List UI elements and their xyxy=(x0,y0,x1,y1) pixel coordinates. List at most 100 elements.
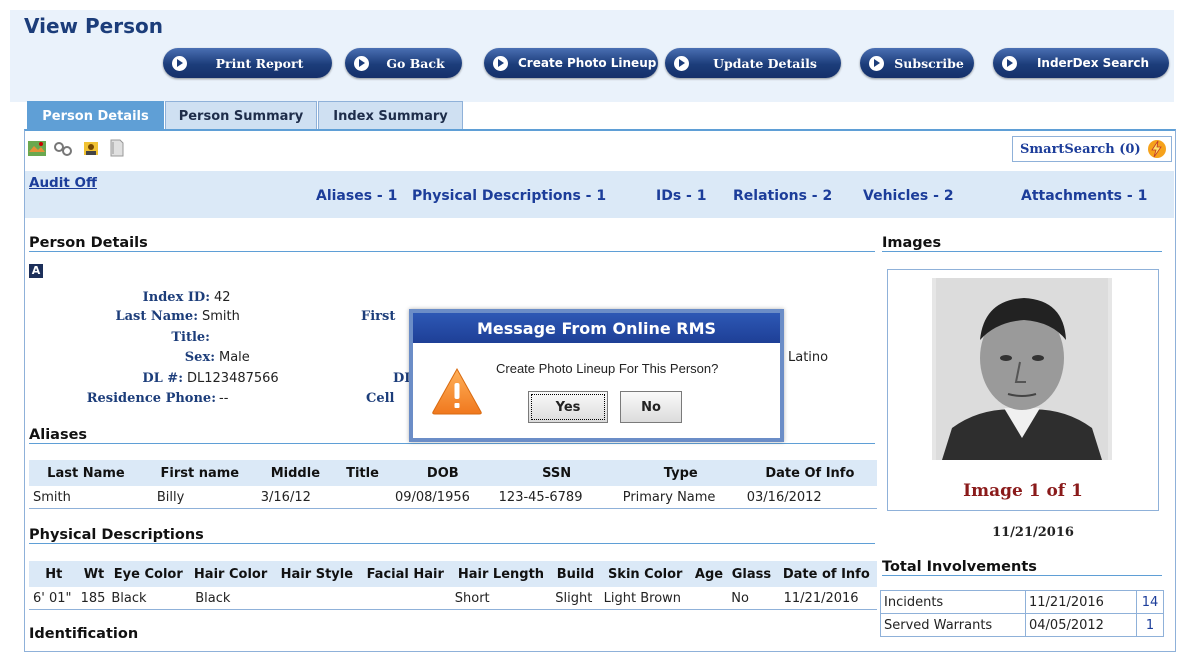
play-arrow-icon xyxy=(172,55,187,71)
lightning-icon xyxy=(1147,140,1166,158)
col-dob: DOB xyxy=(390,460,495,486)
ethnicity-value-partial: Latino xyxy=(788,350,829,365)
aliases-header-row: Last Name First name Middle Title DOB SS… xyxy=(29,460,877,486)
col-date-of-info: Date of Info xyxy=(775,561,877,587)
involvement-label: Served Warrants xyxy=(880,613,1026,637)
cell: Primary Name xyxy=(618,486,743,509)
title-label: Title: xyxy=(171,330,210,345)
letter-a-icon[interactable]: A xyxy=(29,264,43,278)
smartsearch-label: SmartSearch (0) xyxy=(1020,141,1141,157)
cell xyxy=(273,587,360,610)
involvement-count-link[interactable]: 14 xyxy=(1136,590,1164,614)
sex-value: Male xyxy=(219,350,250,365)
image-date: 11/21/2016 xyxy=(992,525,1074,540)
involvement-count-link[interactable]: 1 xyxy=(1136,613,1164,637)
index-id-label: Index ID: xyxy=(142,290,210,305)
table-row: Smith Billy 3/16/12 09/08/1956 123-45-67… xyxy=(29,486,877,509)
cell: Light Brown xyxy=(599,587,691,610)
col-ssn: SSN xyxy=(494,460,619,486)
inderdex-search-label: InderDex Search xyxy=(1036,56,1150,70)
update-details-label: Update Details xyxy=(713,55,817,71)
warning-icon xyxy=(432,367,482,415)
create-photo-lineup-button[interactable]: Create Photo Lineup xyxy=(484,48,658,78)
col-date-of-info: Date Of Info xyxy=(742,460,877,486)
no-button[interactable]: No xyxy=(620,391,682,423)
create-photo-lineup-label: Create Photo Lineup xyxy=(518,56,657,70)
cell-phone-label-partial: Cell xyxy=(366,391,395,406)
identification-header: Identification xyxy=(29,626,139,642)
image-counter: Image 1 of 1 xyxy=(963,481,1083,501)
cell: 11/21/2016 xyxy=(775,587,877,610)
cell: Short xyxy=(450,587,552,610)
tab-index-summary[interactable]: Index Summary xyxy=(318,101,463,130)
vehicles-count-link[interactable]: Vehicles - 2 xyxy=(863,188,954,204)
cell: Black xyxy=(109,587,188,610)
dl-value: DL123487566 xyxy=(187,371,279,386)
smartsearch-button[interactable]: SmartSearch (0) xyxy=(1012,136,1172,162)
icon-toolbar xyxy=(25,131,1174,171)
handcuffs-icon[interactable] xyxy=(53,138,73,158)
physical-descriptions-table: Ht Wt Eye Color Hair Color Hair Style Fa… xyxy=(29,561,877,610)
col-glass: Glass xyxy=(727,561,776,587)
col-last-name: Last Name xyxy=(29,460,143,486)
col-wt: Wt xyxy=(78,561,110,587)
col-hair-style: Hair Style xyxy=(273,561,360,587)
ids-count-link[interactable]: IDs - 1 xyxy=(656,188,706,204)
play-arrow-icon xyxy=(869,55,884,71)
aliases-count-link[interactable]: Aliases - 1 xyxy=(316,188,397,204)
residence-phone-label: Residence Phone: xyxy=(86,391,216,406)
col-eye-color: Eye Color xyxy=(109,561,188,587)
update-details-button[interactable]: Update Details xyxy=(665,48,841,78)
cell: 123-45-6789 xyxy=(494,486,619,509)
subscribe-label: Subscribe xyxy=(894,55,964,71)
yes-button[interactable]: Yes xyxy=(528,391,608,423)
cell: Slight xyxy=(551,587,600,610)
cell xyxy=(690,587,728,610)
table-row: Incidents 11/21/2016 14 xyxy=(880,590,1164,614)
total-involvements-header: Total Involvements xyxy=(882,559,1162,576)
cell xyxy=(334,486,391,509)
inderdex-search-button[interactable]: InderDex Search xyxy=(993,48,1169,78)
print-report-button[interactable]: Print Report xyxy=(163,48,332,78)
go-back-button[interactable]: Go Back xyxy=(345,48,462,78)
dialog-title: Message From Online RMS xyxy=(413,313,780,345)
involvement-date: 11/21/2016 xyxy=(1025,590,1137,614)
col-type: Type xyxy=(618,460,743,486)
last-name-label: Last Name: xyxy=(115,309,198,324)
relations-count-link[interactable]: Relations - 2 xyxy=(733,188,832,204)
col-age: Age xyxy=(690,561,728,587)
table-row: 6' 01" 185 Black Black Short Slight Ligh… xyxy=(29,587,877,610)
map-icon[interactable] xyxy=(27,138,47,158)
mugshot-icon[interactable] xyxy=(81,138,101,158)
physical-descriptions-header: Physical Descriptions xyxy=(29,527,875,544)
involvement-date: 04/05/2012 xyxy=(1025,613,1137,637)
attachments-count-link[interactable]: Attachments - 1 xyxy=(1021,188,1147,204)
person-photo[interactable] xyxy=(932,278,1112,460)
physical-descriptions-count-link[interactable]: Physical Descriptions - 1 xyxy=(412,188,606,204)
col-hair-color: Hair Color xyxy=(187,561,274,587)
col-build: Build xyxy=(551,561,600,587)
play-arrow-icon xyxy=(493,55,508,71)
involvements-table: Incidents 11/21/2016 14 Served Warrants … xyxy=(880,590,1164,637)
sex-label: Sex: xyxy=(184,350,215,365)
cell: No xyxy=(727,587,776,610)
first-name-label-partial: First xyxy=(361,309,396,324)
col-hair-length: Hair Length xyxy=(450,561,552,587)
subscribe-button[interactable]: Subscribe xyxy=(860,48,974,78)
cell: Billy xyxy=(142,486,257,509)
cell: 6' 01" xyxy=(29,587,79,610)
cell: 3/16/12 xyxy=(256,486,335,509)
physical-header-row: Ht Wt Eye Color Hair Color Hair Style Fa… xyxy=(29,561,877,587)
tab-person-details[interactable]: Person Details xyxy=(27,101,164,130)
audit-off-link[interactable]: Audit Off xyxy=(29,175,97,191)
tab-person-summary[interactable]: Person Summary xyxy=(165,101,317,130)
col-facial-hair: Facial Hair xyxy=(359,561,451,587)
images-header: Images xyxy=(882,235,1162,252)
col-skin-color: Skin Color xyxy=(599,561,691,587)
go-back-label: Go Back xyxy=(386,55,445,71)
table-row: Served Warrants 04/05/2012 1 xyxy=(880,613,1164,637)
cell: 185 xyxy=(78,587,110,610)
document-icon[interactable] xyxy=(107,138,127,158)
involvement-label: Incidents xyxy=(880,590,1026,614)
dl-label: DL #: xyxy=(142,371,183,386)
